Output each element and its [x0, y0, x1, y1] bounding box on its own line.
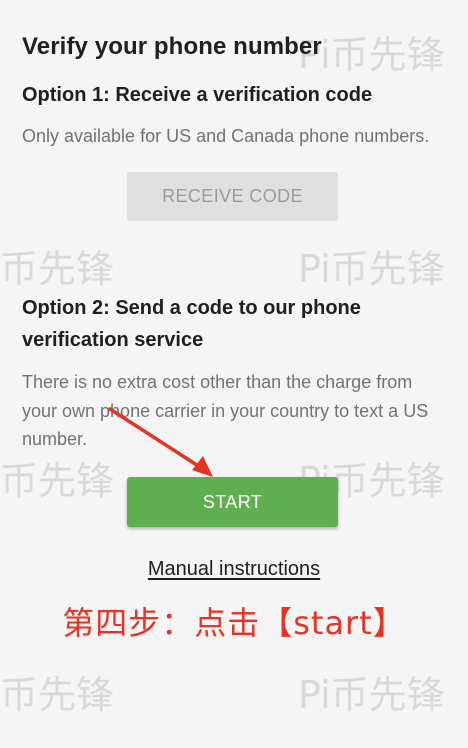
- watermark: 币先锋: [0, 247, 115, 291]
- page-title: Verify your phone number: [22, 33, 322, 60]
- watermark: Pi币先锋: [298, 673, 445, 717]
- option2-heading: Option 2: Send a code to our phone verif…: [22, 297, 361, 351]
- option2-description: There is no extra cost other than the ch…: [22, 372, 429, 449]
- manual-instructions-link[interactable]: Manual instructions: [0, 558, 468, 581]
- option1-heading: Option 1: Receive a verification code: [22, 84, 373, 106]
- start-button[interactable]: START: [127, 477, 338, 527]
- receive-code-button[interactable]: RECEIVE CODE: [127, 172, 338, 221]
- watermark: Pi币先锋: [298, 247, 445, 291]
- option1-description: Only available for US and Canada phone n…: [22, 126, 430, 146]
- verification-screen: Pi币先锋 币先锋 Pi币先锋 币先锋 Pi币先锋 币先锋 Pi币先锋 Veri…: [0, 0, 468, 748]
- watermark: 币先锋: [0, 673, 115, 717]
- arrow-head: [192, 456, 213, 477]
- step-annotation: 第四步：点击【start】: [62, 604, 406, 642]
- watermark: 币先锋: [0, 459, 115, 503]
